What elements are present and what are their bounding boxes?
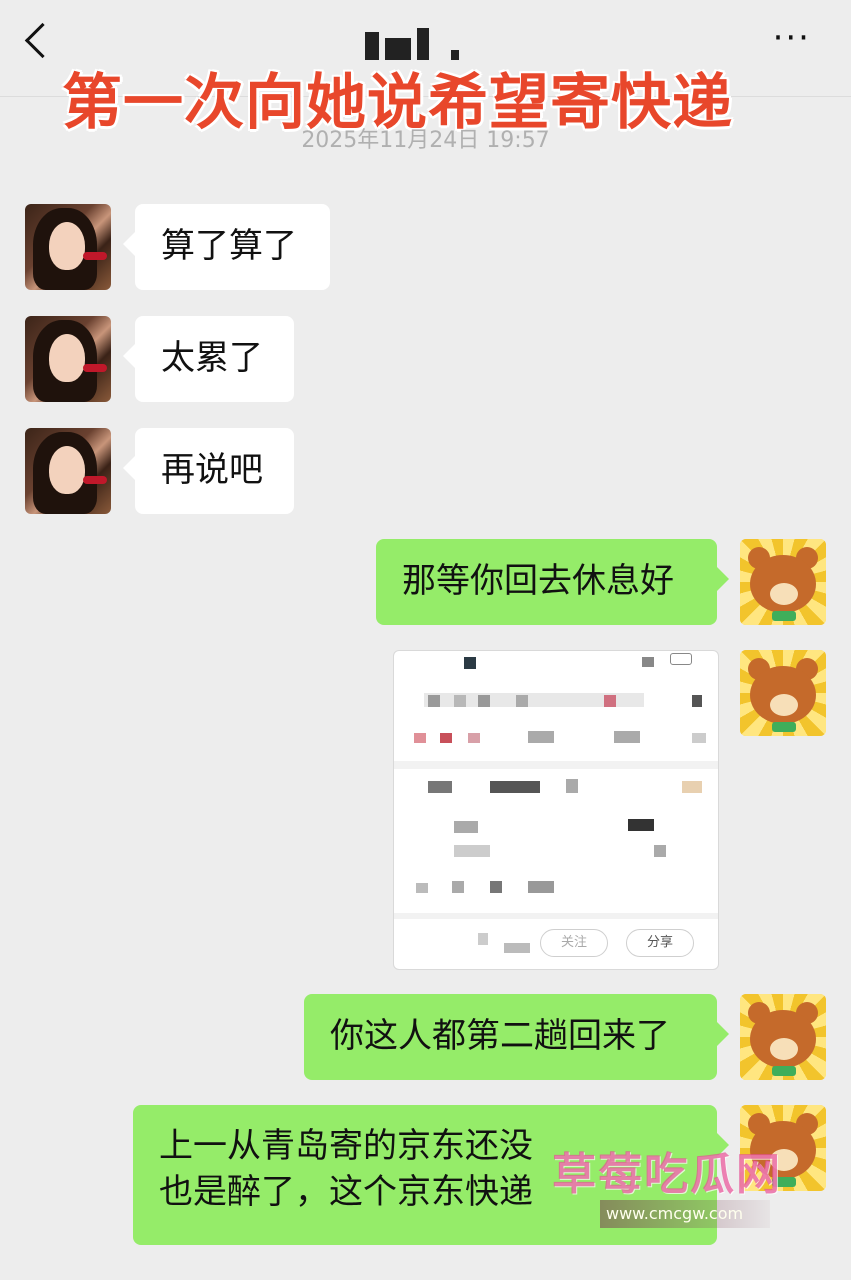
self-avatar[interactable]	[740, 539, 826, 625]
more-options-icon[interactable]: ···	[773, 21, 811, 55]
self-avatar[interactable]	[740, 994, 826, 1080]
message-bubble-received[interactable]: 算了算了	[123, 204, 330, 290]
contact-avatar[interactable]	[25, 204, 111, 290]
contact-avatar[interactable]	[25, 428, 111, 514]
message-timestamp: 2025年11月24日 19:57	[301, 128, 550, 153]
watermark-url: www.cmcgw.com	[600, 1200, 770, 1228]
back-arrow-icon[interactable]	[24, 22, 61, 59]
self-avatar[interactable]	[740, 650, 826, 736]
message-bubble-sent[interactable]: 那等你回去休息好	[376, 539, 729, 625]
message-bubble-sent[interactable]: 你这人都第二趟回来了	[304, 994, 729, 1080]
site-watermark: 草莓吃瓜网	[552, 1149, 782, 1200]
contact-avatar[interactable]	[25, 316, 111, 402]
shared-image-message[interactable]: 关注 分享	[393, 650, 719, 970]
message-bubble-received[interactable]: 太累了	[123, 316, 294, 402]
follow-button[interactable]: 关注	[540, 929, 608, 957]
share-button[interactable]: 分享	[626, 929, 694, 957]
message-bubble-received[interactable]: 再说吧	[123, 428, 294, 514]
